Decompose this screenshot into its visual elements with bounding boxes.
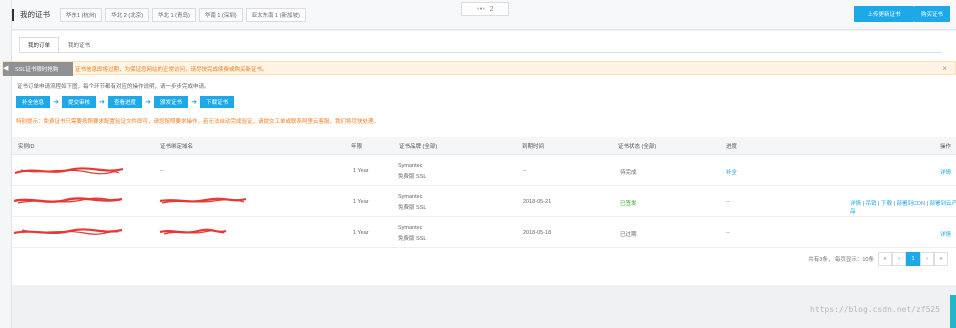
arrow-right-icon: ➜	[99, 99, 105, 106]
row-years: 1 Year	[353, 230, 369, 236]
tab-my-orders[interactable]: 我的订单	[19, 37, 60, 53]
table-row: -- 1 Year Symantec 免费版 SSL -- 待完成 补全 详情	[12, 155, 956, 186]
details-link[interactable]: 详情	[940, 168, 951, 176]
pagination-summary: 共有3条， 每页显示：10条	[808, 257, 874, 263]
tab-my-certificates[interactable]: 我的证书	[59, 37, 99, 53]
page-button-1[interactable]: 1	[906, 252, 920, 266]
arrow-right-icon: ➜	[53, 99, 59, 106]
row-expiry: --	[523, 168, 527, 174]
deploy-cdn-link[interactable]: 部署到CDN	[897, 201, 925, 207]
top-bar: 我的证书 华东1 (杭州) 华北 2 (北京) 华北 1 (青岛) 华南 1 (…	[12, 0, 956, 30]
download-link[interactable]: 下载	[881, 201, 892, 207]
step-submit-review[interactable]: 提交审核	[62, 96, 97, 108]
column-progress: 进度	[726, 144, 738, 150]
complete-info-link[interactable]: 补全	[726, 168, 737, 176]
step-view-progress[interactable]: 查看进度	[108, 96, 143, 108]
center-value: 2	[489, 5, 494, 13]
left-sidebar-strip	[0, 0, 12, 328]
region-tab-huabei1[interactable]: 华北 1 (青岛)	[152, 7, 196, 22]
column-brand[interactable]: 证书品牌 (全部)	[399, 142, 437, 150]
table-row: 1 Year Symantec 免费版 SSL 2018-05-18 已过期 -…	[12, 217, 956, 248]
row-expiry: 2018-05-18	[523, 230, 552, 236]
row-years: 1 Year	[353, 168, 369, 174]
column-years: 年限	[351, 144, 363, 150]
buy-certificate-button[interactable]: 购买证书	[914, 6, 950, 22]
right-edge-widget[interactable]	[950, 295, 956, 328]
row-progress: --	[726, 199, 730, 205]
row-domain: --	[160, 168, 164, 174]
redacted-instance-id	[14, 167, 124, 175]
column-expiry: 到期时间	[522, 144, 545, 150]
row-actions: 详情 | 吊销 | 下载 | 部署到CDN | 部署到云产品	[850, 199, 956, 215]
step-download-certificate[interactable]: 下载证书	[200, 96, 235, 108]
tabs: 我的订单 我的证书	[19, 37, 99, 53]
warning-label: SSL证书限时抢购	[3, 62, 73, 76]
column-domain: 证书绑定域名	[160, 144, 194, 150]
title-wrap: 我的证书 华东1 (杭州) 华北 2 (北京) 华北 1 (青岛) 华南 1 (…	[12, 0, 309, 30]
details-link[interactable]: 详情	[940, 230, 951, 238]
first-page-button[interactable]: «	[878, 252, 892, 266]
row-status: 已签发	[620, 201, 637, 207]
row-edition: 免费版 SSL	[398, 236, 427, 242]
watermark-text: https://blog.csdn.net/zf525	[810, 305, 941, 314]
revoke-link[interactable]: 吊销	[866, 201, 877, 207]
column-status[interactable]: 证书状态 (全部)	[618, 142, 656, 150]
title-accent	[12, 8, 14, 21]
row-expiry: 2018-05-21	[523, 199, 552, 205]
step-complete-info[interactable]: 补全信息	[16, 96, 51, 108]
redacted-domain	[159, 197, 247, 204]
table-row: 1 Year Symantec 免费版 SSL 2018-05-21 已签发 -…	[12, 186, 956, 217]
previous-page-button[interactable]: ‹	[892, 252, 906, 266]
row-brand: Symantec	[398, 163, 423, 169]
upload-update-certificate-button[interactable]: 上传更新证书	[854, 6, 914, 22]
column-instance-id: 实例ID	[18, 144, 35, 150]
row-brand: Symantec	[398, 194, 423, 200]
row-progress: --	[726, 230, 730, 236]
next-page-button[interactable]: ›	[920, 252, 934, 266]
warning-text: 证书信息即将过期，为保证您网站的正常访问，请尽快完成续费或购买新证书。	[75, 67, 268, 73]
row-brand: Symantec	[398, 225, 423, 231]
row-status: 已过期	[620, 232, 637, 238]
row-years: 1 Year	[353, 199, 369, 205]
region-tab-huadong1[interactable]: 华东1 (杭州)	[60, 7, 103, 22]
special-hint: 特别提示：免费证书只需要按照要求配置验证文件即可，请您按照要求操作，若无法自动完…	[16, 119, 380, 125]
details-link[interactable]: 详情	[850, 201, 861, 207]
region-tab-huabei2[interactable]: 华北 2 (北京)	[105, 7, 150, 22]
row-status: 待完成	[620, 170, 637, 176]
page-title: 我的证书	[20, 10, 50, 19]
process-steps: 补全信息 ➜ 提交审核 ➜ 查看进度 ➜ 颁发证书 ➜ 下载证书	[16, 96, 235, 108]
arrow-right-icon: ➜	[145, 99, 151, 106]
pagination: 共有3条， 每页显示：10条 « ‹ 1 › »	[808, 252, 948, 266]
arrow-right-icon: ➜	[191, 99, 197, 106]
step-issue-certificate[interactable]: 颁发证书	[154, 96, 189, 108]
page: 我的证书 华东1 (杭州) 华北 2 (北京) 华北 1 (青岛) 华南 1 (…	[0, 0, 956, 328]
table-header: 实例ID 证书绑定域名 年限 证书品牌 (全部) 到期时间 证书状态 (全部) …	[12, 137, 956, 155]
region-tab-singapore[interactable]: 亚太东南 1 (新加坡)	[245, 7, 306, 22]
tabs-divider	[19, 52, 942, 53]
dots-icon: ◖●◗	[476, 6, 486, 12]
intro-text: 证书订单申请流程如下图，每个环节都有对应的操作说明，请一步步完成申请。	[17, 84, 210, 90]
redacted-domain	[159, 228, 227, 235]
arrow-left-icon: ◀	[3, 65, 9, 72]
center-chip[interactable]: ◖●◗ 2	[461, 2, 509, 16]
warning-banner: SSL证书限时抢购 ◀ 证书信息即将过期，为保证您网站的正常访问，请尽快完成续费…	[2, 61, 956, 76]
redacted-instance-id	[13, 197, 123, 204]
row-edition: 免费版 SSL	[398, 205, 427, 211]
redacted-instance-id	[13, 228, 123, 235]
last-page-button[interactable]: »	[934, 252, 948, 266]
close-icon[interactable]: ×	[942, 64, 947, 73]
row-edition: 免费版 SSL	[398, 174, 427, 180]
region-tab-huanan1[interactable]: 华南 1 (深圳)	[198, 7, 243, 22]
column-actions: 操作	[940, 144, 952, 150]
